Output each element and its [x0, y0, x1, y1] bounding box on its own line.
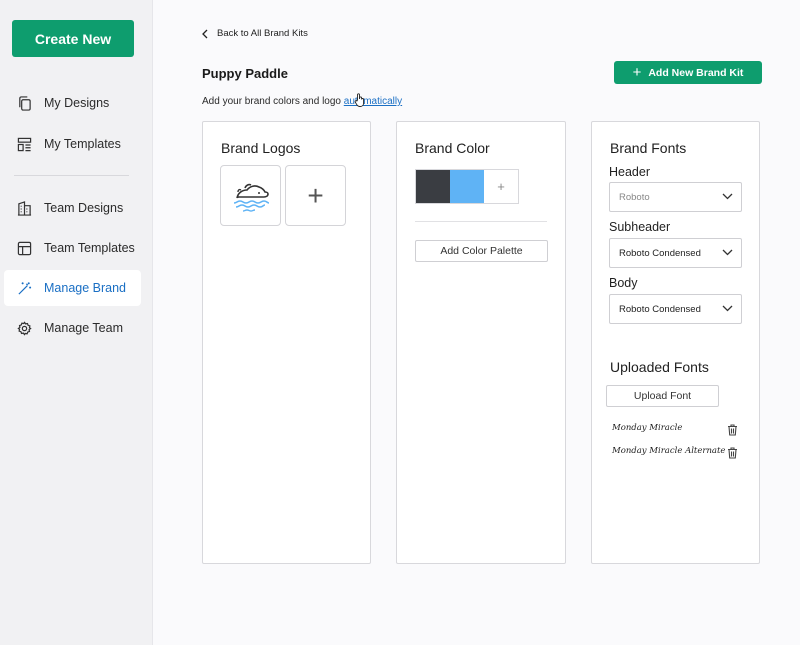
add-color-palette-button[interactable]: Add Color Palette: [415, 240, 548, 262]
sidebar-item-manage-brand[interactable]: Manage Brand: [4, 270, 141, 306]
copy-icon: [16, 95, 32, 111]
page-title: Puppy Paddle: [202, 66, 288, 81]
add-color-button[interactable]: +: [484, 170, 518, 203]
magic-wand-icon: [16, 280, 32, 296]
sidebar-item-manage-team[interactable]: Manage Team: [4, 310, 141, 346]
uploaded-fonts-title: Uploaded Fonts: [610, 359, 709, 375]
back-link-label: Back to All Brand Kits: [217, 28, 308, 39]
table-icon: [16, 240, 32, 256]
gear-icon: [16, 320, 32, 336]
chevron-left-icon: [202, 29, 208, 39]
subtitle-text: Add your brand colors and logo: [202, 96, 344, 107]
sidebar: Create New My Designs My Templates Team …: [0, 0, 153, 645]
header-font-select[interactable]: Roboto: [609, 182, 742, 212]
brand-logo-thumbnail[interactable]: [220, 165, 281, 226]
automatically-link[interactable]: automatically: [344, 96, 402, 107]
subtitle: Add your brand colors and logo automatic…: [202, 96, 402, 107]
sidebar-item-my-templates[interactable]: My Templates: [4, 126, 141, 162]
color-swatch[interactable]: [416, 170, 450, 203]
back-link[interactable]: Back to All Brand Kits: [202, 28, 308, 39]
sidebar-item-label: Manage Team: [44, 321, 123, 335]
sidebar-item-label: Manage Brand: [44, 281, 127, 295]
brand-logos-title: Brand Logos: [221, 140, 301, 156]
color-swatches: +: [415, 169, 519, 204]
plus-icon: +: [307, 179, 324, 211]
brand-color-panel: Brand Color + Add Color Palette: [396, 121, 566, 564]
sidebar-item-team-designs[interactable]: Team Designs: [4, 190, 141, 226]
sidebar-divider: [14, 175, 129, 176]
chevron-down-icon: [722, 193, 733, 200]
brand-fonts-panel: Brand Fonts Header Roboto Subheader Robo…: [591, 121, 760, 564]
sidebar-item-my-designs[interactable]: My Designs: [4, 85, 141, 121]
body-font-label: Body: [609, 276, 638, 290]
add-new-brand-kit-button[interactable]: + Add New Brand Kit: [614, 61, 762, 84]
select-value: Roboto: [619, 191, 650, 203]
brand-fonts-title: Brand Fonts: [610, 140, 687, 156]
puppy-paddle-logo-icon: [233, 183, 269, 212]
add-logo-button[interactable]: +: [285, 165, 346, 226]
select-value: Roboto Condensed: [619, 247, 701, 259]
building-icon: [16, 200, 32, 216]
select-value: Roboto Condensed: [619, 303, 701, 315]
hand-cursor-icon: [354, 93, 365, 107]
brand-color-title: Brand Color: [415, 140, 490, 156]
uploaded-font-name: Monday Miracle: [612, 423, 683, 433]
uploaded-font-name: Monday Miracle Alternate: [612, 446, 726, 456]
sidebar-item-label: Team Templates: [44, 241, 135, 255]
sidebar-item-label: My Templates: [44, 137, 121, 151]
divider: [415, 221, 547, 222]
create-new-button[interactable]: Create New: [12, 20, 134, 57]
chevron-down-icon: [722, 249, 733, 256]
subheader-font-label: Subheader: [609, 220, 671, 234]
subheader-font-select[interactable]: Roboto Condensed: [609, 238, 742, 268]
plus-icon: +: [632, 64, 642, 81]
body-font-select[interactable]: Roboto Condensed: [609, 294, 742, 324]
sidebar-item-team-templates[interactable]: Team Templates: [4, 230, 141, 266]
header-font-label: Header: [609, 165, 650, 179]
sidebar-item-label: My Designs: [44, 96, 110, 110]
brand-logos-panel: Brand Logos +: [202, 121, 371, 564]
sidebar-item-label: Team Designs: [44, 201, 124, 215]
upload-font-button[interactable]: Upload Font: [606, 385, 719, 407]
color-swatch[interactable]: [450, 170, 484, 203]
add-kit-label: Add New Brand Kit: [648, 66, 744, 79]
chevron-down-icon: [722, 305, 733, 312]
trash-icon[interactable]: [727, 447, 738, 459]
templates-icon: [16, 136, 32, 152]
trash-icon[interactable]: [727, 424, 738, 436]
